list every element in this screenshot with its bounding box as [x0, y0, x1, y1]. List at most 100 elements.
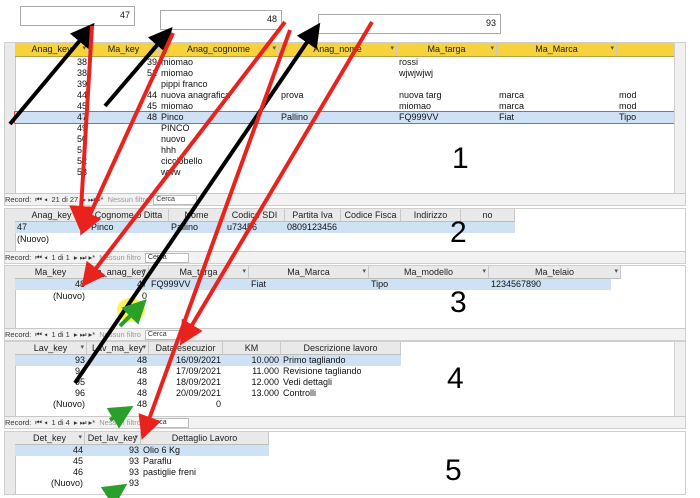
- col-codice-fiscale[interactable]: Codice Fisca: [341, 209, 401, 221]
- nav-first-prev[interactable]: ⏮ ◂: [35, 195, 47, 204]
- value-box-lav[interactable]: 93: [318, 14, 501, 34]
- new-record-row[interactable]: (Nuovo) 93: [15, 478, 269, 489]
- col-ma-key[interactable]: Ma_key ▾: [89, 43, 159, 56]
- table-cell: [497, 145, 617, 156]
- grid4-header: Lav_key ▾ Lav_ma_key ▾ Data esecuzior KM D…: [15, 342, 401, 355]
- nav-first-prev[interactable]: ⏮ ◂: [35, 330, 47, 339]
- table-cell: [279, 134, 397, 145]
- filter-indicator[interactable]: Nessun filtro: [99, 253, 141, 262]
- table-cell: 51: [76, 145, 87, 155]
- table-row[interactable]: 44 93 Olio 6 Kg: [15, 445, 269, 456]
- table-cell: nuova anagrafica: [161, 90, 231, 100]
- col-ma-marca[interactable]: Ma_Marca ▾: [497, 43, 617, 56]
- table-row[interactable]: 51 hhh: [15, 145, 675, 156]
- col-anag-nome[interactable]: Anag_nome ▾: [279, 43, 397, 56]
- nav-next-last[interactable]: ▸ ⏭ ▸*: [74, 253, 95, 262]
- table-cell: 96: [74, 388, 85, 398]
- col-ma-modello[interactable]: Ma_modello ▾: [369, 266, 489, 278]
- nav-next-last[interactable]: ▸ ⏭ ▸*: [74, 418, 95, 427]
- table-cell: 44: [76, 90, 87, 100]
- table-cell: miomao: [161, 57, 194, 67]
- col-km[interactable]: KM: [223, 342, 281, 354]
- table-cell: FQ999VV: [399, 112, 439, 122]
- table-row[interactable]: 95 48 18/09/2021 12.000 Vedi dettagli: [15, 377, 401, 388]
- table-cell: 39: [146, 57, 157, 67]
- filter-indicator[interactable]: Nessun filtro: [99, 330, 141, 339]
- record-position[interactable]: 1 di 1: [52, 253, 70, 262]
- col-det-key[interactable]: Det_key ▾: [15, 432, 85, 444]
- col-anag-key[interactable]: Anag_key ▾: [15, 43, 89, 56]
- table-row[interactable]: 50 nuovo: [15, 134, 675, 145]
- table-cell: (Nuovo): [52, 399, 85, 409]
- table-row[interactable]: 47 Pinco Pallino u73456 0809123456: [15, 222, 515, 233]
- new-record-row[interactable]: (Nuovo) 48 0: [15, 399, 401, 410]
- table-row[interactable]: 38 39 miomao rossi: [15, 57, 675, 68]
- search-box[interactable]: Cerca: [153, 195, 198, 205]
- table-cell: 45: [146, 101, 157, 111]
- value-box-ma[interactable]: 48: [160, 10, 282, 30]
- nav-next-last[interactable]: ▸ ⏭ ▸*: [82, 195, 103, 204]
- table-cell: 44: [72, 445, 83, 455]
- table-row[interactable]: 52 cicciobello: [15, 156, 675, 167]
- col-det-lav-key[interactable]: Det_lav_key ▾: [85, 432, 141, 444]
- col-lav-ma-key[interactable]: Lav_ma_key ▾: [87, 342, 149, 354]
- table-row[interactable]: 46 93 pastiglie freni: [15, 467, 269, 478]
- table-cell: 93: [128, 445, 139, 455]
- grid1-vertical-scrollbar[interactable]: [674, 43, 685, 193]
- col-cognome-ditta[interactable]: Cognome o Ditta: [89, 209, 169, 221]
- grid-anagrafica: Anag_key ▾ Cognome o Ditta Nome Codice SD…: [4, 208, 686, 264]
- col-nome[interactable]: Nome: [169, 209, 225, 221]
- table-row[interactable]: 44 44 nuova anagrafica prova nuova targ marca…: [15, 90, 675, 101]
- col-ma-anag-key[interactable]: Ma_anag_key ▾: [87, 266, 149, 278]
- nav-first-prev[interactable]: ⏮ ◂: [35, 253, 47, 262]
- col-ma-marca[interactable]: Ma_Marca ▾: [249, 266, 369, 278]
- table-row[interactable]: 96 48 20/09/2021 13.000 Controlli: [15, 388, 401, 399]
- col-codice-sdi[interactable]: Codice SDI: [225, 209, 285, 221]
- grid1-record-navigator: Record: ⏮ ◂ 21 di 27 ▸ ⏭ ▸* Nessun filtro Cer…: [5, 193, 685, 205]
- search-box[interactable]: Cerca: [144, 253, 189, 263]
- search-box[interactable]: Cerca: [144, 330, 189, 340]
- table-cell: www: [161, 167, 181, 177]
- table-row[interactable]: 48 47 FQ999VV Fiat Tipo 1234567890: [15, 279, 611, 290]
- col-ma-targa[interactable]: Ma_targa ▾: [397, 43, 497, 56]
- table-row[interactable]: 47 48 Pinco Pallino FQ999VV Fiat Tipo: [14, 111, 676, 124]
- grid4-vertical-scrollbar[interactable]: [674, 342, 685, 416]
- col-ma-key[interactable]: Ma_key: [15, 266, 87, 278]
- table-row[interactable]: 39 pippi franco: [15, 79, 675, 90]
- col-ma-modello[interactable]: [617, 43, 675, 56]
- table-row[interactable]: 49 PINCO: [15, 123, 675, 134]
- table-row[interactable]: 94 48 17/09/2021 11.000 Revisione tagliando: [15, 366, 401, 377]
- col-anag-cognome[interactable]: Anag_cognome ▾: [159, 43, 279, 56]
- table-row[interactable]: 53 www: [15, 167, 675, 178]
- table-row[interactable]: 93 48 16/09/2021 10.000 Primo tagliando: [15, 355, 401, 366]
- section-label-2: 2: [450, 216, 467, 249]
- record-position[interactable]: 1 di 4: [52, 418, 70, 427]
- col-lav-key[interactable]: Lav_key ▾: [15, 342, 87, 354]
- col-partita-iva[interactable]: Partita Iva: [285, 209, 341, 221]
- new-record-row[interactable]: (Nuovo) 0: [15, 291, 611, 302]
- col-ma-telaio[interactable]: Ma_telaio ▾: [489, 266, 621, 278]
- col-descrizione-lavoro[interactable]: Descrizione lavoro: [281, 342, 401, 354]
- col-extra[interactable]: no: [461, 209, 515, 221]
- new-record-row[interactable]: (Nuovo): [15, 234, 515, 245]
- grid1-header: Anag_key ▾ Ma_key ▾ Anag_cognome ▾ Anag_nom…: [15, 43, 675, 57]
- col-dettaglio-lavoro[interactable]: Dettaglio Lavoro: [141, 432, 269, 444]
- table-row[interactable]: 38 51 miomao wjwjwjwj: [15, 68, 675, 79]
- col-data-esecuzione[interactable]: Data esecuzior: [149, 342, 223, 354]
- search-box[interactable]: Cerca: [144, 418, 189, 428]
- table-cell: 95: [74, 377, 85, 387]
- grid-lavori: Lav_key ▾ Lav_ma_key ▾ Data esecuzior KM D…: [4, 341, 686, 429]
- table-row[interactable]: 45 93 Paraflu: [15, 456, 269, 467]
- table-cell: [497, 57, 617, 68]
- filter-indicator[interactable]: Nessun filtro: [108, 195, 150, 204]
- table-row[interactable]: 45 45 miomao miomao marca mod: [15, 101, 675, 112]
- col-ma-targa[interactable]: Ma_targa ▾: [149, 266, 249, 278]
- nav-first-prev[interactable]: ⏮ ◂: [35, 418, 47, 427]
- col-anag-key[interactable]: Anag_key ▾: [15, 209, 89, 221]
- record-position[interactable]: 21 di 27: [52, 195, 79, 204]
- record-position[interactable]: 1 di 1: [52, 330, 70, 339]
- table-cell: 48: [136, 399, 147, 409]
- nav-next-last[interactable]: ▸ ⏭ ▸*: [74, 330, 95, 339]
- value-box-anag[interactable]: 47: [20, 6, 135, 26]
- filter-indicator[interactable]: Nessun filtro: [99, 418, 141, 427]
